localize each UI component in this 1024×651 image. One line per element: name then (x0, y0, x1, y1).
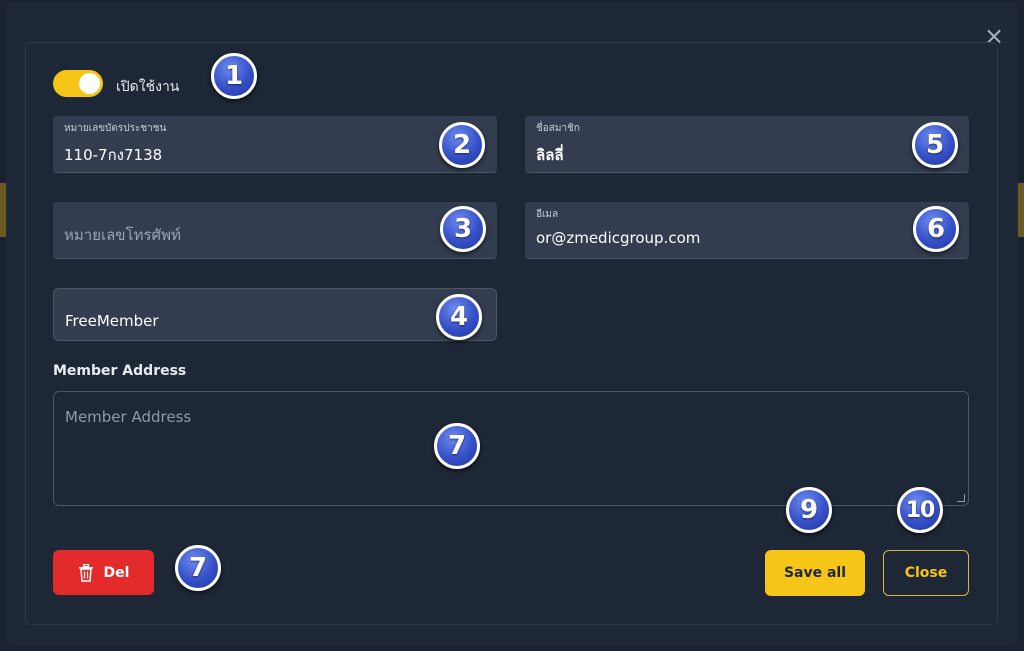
close-button[interactable]: Close (883, 550, 969, 596)
annotation-badge: 6 (913, 206, 959, 252)
annotation-badge: 7 (434, 423, 480, 469)
annotation-badge: 4 (436, 294, 482, 340)
phone-field[interactable]: หมายเลขโทรศัพท์ (53, 202, 497, 259)
email-field[interactable]: อีเมล or@zmedicgroup.com (525, 202, 969, 259)
annotation-badge: 2 (439, 122, 485, 168)
address-label: Member Address (53, 363, 187, 379)
resize-handle-icon[interactable] (957, 494, 965, 502)
delete-label: Del (103, 564, 130, 581)
email-label: อีเมล (536, 209, 559, 220)
email-value: or@zmedicgroup.com (536, 229, 701, 247)
enable-toggle[interactable] (53, 70, 103, 97)
toggle-label: เปิดใช้งาน (116, 79, 180, 95)
address-placeholder: Member Address (65, 408, 192, 426)
annotation-badge: 5 (912, 122, 958, 168)
toggle-knob (79, 73, 100, 94)
save-all-button[interactable]: Save all (765, 550, 865, 596)
member-name-label: ชื่อสมาชิก (536, 123, 580, 134)
save-all-label: Save all (783, 565, 847, 581)
member-type-value: FreeMember (65, 312, 159, 330)
annotation-badge: 10 (897, 487, 943, 533)
id-card-value: 110-7กง7138 (64, 146, 163, 164)
annotation-badge: 9 (786, 487, 832, 533)
background-edge-right (1018, 183, 1024, 237)
close-label: Close (904, 565, 948, 581)
id-card-field[interactable]: หมายเลขบัตรประชาชน 110-7กง7138 (53, 116, 497, 173)
phone-placeholder: หมายเลขโทรศัพท์ (64, 226, 181, 244)
annotation-badge: 3 (440, 206, 486, 252)
member-type-select[interactable]: FreeMember (53, 288, 497, 341)
annotation-badge: 1 (211, 53, 257, 99)
trash-icon (78, 563, 93, 582)
delete-button[interactable]: Del (53, 550, 154, 595)
address-textarea[interactable]: Member Address (53, 391, 969, 506)
id-card-label: หมายเลขบัตรประชาชน (64, 123, 167, 134)
annotation-badge: 7 (175, 545, 221, 591)
member-name-value: ลิลลี่ (536, 146, 564, 164)
member-name-field[interactable]: ชื่อสมาชิก ลิลลี่ (525, 116, 969, 173)
